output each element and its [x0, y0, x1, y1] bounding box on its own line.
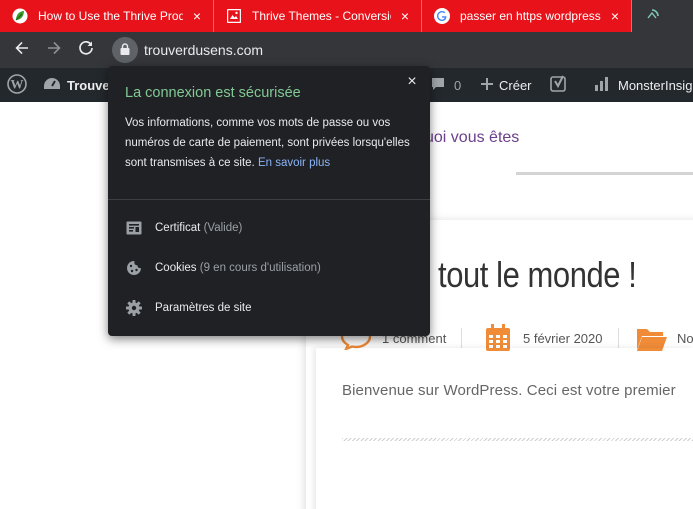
close-icon[interactable]: × [404, 74, 420, 90]
post-divider [342, 438, 693, 441]
monsterinsights-label: MonsterInsig [618, 77, 693, 93]
gear-icon [125, 299, 143, 317]
tab-trouverdusens[interactable] [632, 0, 693, 32]
popup-divider [108, 199, 430, 200]
reload-button[interactable] [70, 34, 102, 66]
post-body-panel [316, 348, 693, 509]
arrow-right-icon [46, 40, 62, 61]
tab-title: Thrive Themes - Conversion [252, 9, 391, 23]
tab-title: passer en https wordpress - [460, 9, 601, 23]
wp-logo-button[interactable]: W [7, 68, 27, 102]
connection-description: Vos informations, comme vos mots de pass… [125, 113, 415, 173]
post-title[interactable]: r tout le monde ! [420, 254, 637, 296]
header-divider [516, 172, 693, 175]
plus-icon [481, 77, 493, 93]
certificate-label: Certificat [155, 222, 201, 234]
post-date[interactable]: 5 février 2020 [523, 331, 603, 346]
thrive-icon [226, 8, 242, 24]
back-button[interactable] [6, 34, 38, 66]
tab-google-search[interactable]: passer en https wordpress - × [422, 0, 632, 32]
tab-close-icon[interactable]: × [189, 8, 205, 24]
post-category[interactable]: No [677, 331, 693, 346]
browser-toolbar: trouverdusens.com [0, 32, 693, 68]
yoast-button[interactable] [550, 68, 568, 102]
comment-bubble-icon [430, 76, 446, 95]
meta-divider [461, 328, 462, 348]
cookies-label: Cookies [155, 262, 197, 274]
reload-icon [78, 40, 94, 61]
monsterinsights-button[interactable]: MonsterInsig [594, 68, 692, 102]
comments-count: 0 [454, 77, 462, 93]
tab-close-icon[interactable]: × [397, 8, 413, 24]
address-bar[interactable]: trouverdusens.com [112, 37, 263, 63]
new-label: Créer [499, 77, 532, 93]
wordpress-icon: W [7, 73, 27, 97]
yoast-icon [550, 75, 568, 96]
certificate-row[interactable]: Certificat (Valide) [108, 208, 430, 248]
connection-secure-title: La connexion est sécurisée [125, 85, 301, 101]
site-name-menu[interactable]: Trouver [43, 68, 115, 102]
arrow-left-icon [14, 40, 30, 61]
cookie-icon [125, 259, 143, 277]
site-info-button[interactable] [112, 37, 138, 63]
site-tagline: uoi vous êtes [425, 129, 520, 146]
leaf-icon [12, 8, 28, 24]
lock-icon [120, 42, 130, 58]
cookies-row[interactable]: Cookies (9 en cours d'utilisation) [108, 248, 430, 288]
loading-icon [644, 8, 660, 24]
google-icon [434, 8, 450, 24]
new-content-button[interactable]: Créer [481, 68, 532, 102]
dashboard-icon [43, 76, 61, 95]
address-text: trouverdusens.com [144, 42, 264, 58]
forward-button[interactable] [38, 34, 70, 66]
post-excerpt: Bienvenue sur WordPress. Ceci est votre … [342, 382, 676, 399]
cookies-count: (9 en cours d'utilisation) [199, 262, 321, 274]
tab-title: How to Use the Thrive Prod [38, 9, 183, 23]
certificate-icon [125, 219, 143, 237]
meta-divider [618, 328, 619, 348]
tab-thrive-product[interactable]: How to Use the Thrive Prod × [0, 0, 214, 32]
tab-thrive-themes[interactable]: Thrive Themes - Conversion × [214, 0, 422, 32]
site-settings-label: Paramètres de site [155, 302, 252, 314]
comments-button[interactable]: 0 [430, 68, 461, 102]
tab-strip: How to Use the Thrive Prod × Thrive Them… [0, 0, 693, 32]
tab-close-icon[interactable]: × [607, 8, 623, 24]
learn-more-link[interactable]: En savoir plus [258, 157, 330, 169]
certificate-status: (Valide) [203, 222, 243, 234]
site-settings-row[interactable]: Paramètres de site [108, 288, 430, 328]
site-info-popup: × La connexion est sécurisée Vos informa… [108, 66, 430, 336]
bar-chart-icon [594, 76, 610, 95]
svg-text:W: W [11, 76, 24, 91]
